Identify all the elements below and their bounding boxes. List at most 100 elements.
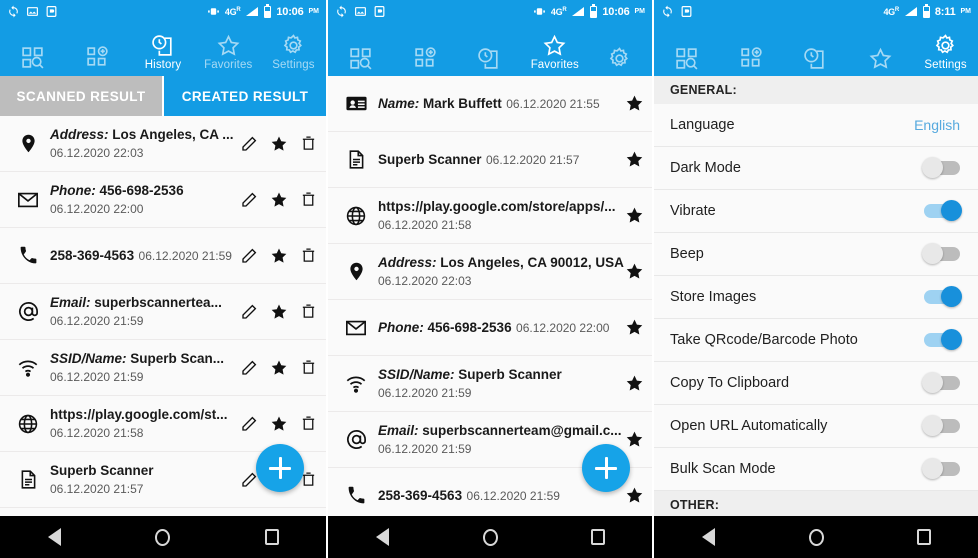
nav-tab-settings[interactable]: Settings <box>261 23 326 73</box>
trash-icon[interactable] <box>299 190 318 209</box>
table-row[interactable]: Address: Los Angeles, CA ... 06.12.2020 … <box>0 116 326 172</box>
table-row[interactable]: 258-369-4563 06.12.2020 21:59 <box>0 228 326 284</box>
list-item[interactable]: Phone: 456-698-2536 06.12.2020 22:00 <box>328 300 652 356</box>
edit-pencil-icon[interactable] <box>239 414 258 433</box>
list-item[interactable]: SSID/Name: Superb Scanner 06.12.2020 21:… <box>328 356 652 412</box>
network-type: 4G <box>883 6 895 17</box>
trash-icon[interactable] <box>299 134 318 153</box>
star-filled-icon[interactable] <box>269 190 288 209</box>
home-circle-icon[interactable] <box>805 526 827 548</box>
edit-pencil-icon[interactable] <box>239 246 258 265</box>
nav-tab-settings[interactable]: Settings <box>913 23 978 73</box>
trash-icon[interactable] <box>299 302 318 321</box>
nav-tab-history[interactable] <box>784 23 849 73</box>
toggle-beep[interactable] <box>922 243 960 264</box>
tab-created-result[interactable]: CREATED RESULT <box>162 76 326 116</box>
row-prefix: SSID/Name: <box>50 350 127 366</box>
list-item[interactable]: https://play.google.com/store/apps/... 0… <box>328 188 652 244</box>
edit-pencil-icon[interactable] <box>239 470 258 489</box>
nav-tab-create[interactable] <box>65 23 130 73</box>
setting-row-store-images[interactable]: Store Images <box>654 276 978 319</box>
star-filled-icon[interactable] <box>625 262 644 281</box>
row-timestamp: 06.12.2020 21:59 <box>378 385 472 400</box>
nav-tab-favorites[interactable]: Favorites <box>196 23 261 73</box>
home-circle-icon[interactable] <box>479 526 501 548</box>
vibrate-icon <box>533 8 545 15</box>
nav-tab-scan[interactable] <box>654 23 719 73</box>
nav-tab-history[interactable]: History <box>130 23 195 73</box>
nav-tab-create[interactable] <box>719 23 784 73</box>
toggle-open-url-automatically[interactable] <box>922 415 960 436</box>
setting-row-dark-mode[interactable]: Dark Mode <box>654 147 978 190</box>
list-item[interactable]: Address: Los Angeles, CA 90012, USA 06.1… <box>328 244 652 300</box>
star-filled-icon[interactable] <box>269 302 288 321</box>
setting-row-language[interactable]: Language English <box>654 104 978 147</box>
nav-tab-favorites[interactable] <box>848 23 913 73</box>
list-item[interactable]: Superb Scanner 06.12.2020 21:57 <box>328 132 652 188</box>
toggle-dark-mode[interactable] <box>922 157 960 178</box>
table-row[interactable]: Phone: 456-698-2536 06.12.2020 22:00 <box>0 172 326 228</box>
setting-row-beep[interactable]: Beep <box>654 233 978 276</box>
nav-tab-settings[interactable] <box>587 23 652 73</box>
clock-meridiem: PM <box>308 8 320 15</box>
setting-row-vibrate[interactable]: Vibrate <box>654 190 978 233</box>
edit-pencil-icon[interactable] <box>239 190 258 209</box>
toggle-take-qrcode-photo[interactable] <box>924 329 962 350</box>
star-filled-icon[interactable] <box>625 430 644 449</box>
history-list[interactable]: Address: Los Angeles, CA ... 06.12.2020 … <box>0 116 326 516</box>
star-filled-icon[interactable] <box>625 206 644 225</box>
star-filled-icon[interactable] <box>269 414 288 433</box>
recents-square-icon[interactable] <box>587 526 609 548</box>
status-bar-notification-icons <box>335 5 386 18</box>
row-content: Address: Los Angeles, CA ... 06.12.2020 … <box>46 126 234 162</box>
star-filled-icon[interactable] <box>625 94 644 113</box>
toggle-vibrate[interactable] <box>924 200 962 221</box>
row-prefix: Name: <box>378 95 420 111</box>
setting-row-take-photo[interactable]: Take QRcode/Barcode Photo <box>654 319 978 362</box>
recents-square-icon[interactable] <box>261 526 283 548</box>
toggle-store-images[interactable] <box>924 286 962 307</box>
setting-value-language[interactable]: English <box>914 117 960 133</box>
star-filled-icon[interactable] <box>269 358 288 377</box>
toggle-bulk-scan-mode[interactable] <box>922 458 960 479</box>
row-title: https://play.google.com/store/apps/... <box>378 199 616 214</box>
row-content: Phone: 456-698-2536 06.12.2020 22:00 <box>46 182 233 218</box>
top-navigation-bar: Settings <box>654 23 978 76</box>
list-item[interactable]: Name: Mark Buffett 06.12.2020 21:55 <box>328 76 652 132</box>
star-filled-icon[interactable] <box>269 134 288 153</box>
star-filled-icon[interactable] <box>625 150 644 169</box>
nav-tab-scan[interactable] <box>328 23 393 73</box>
row-content: 258-369-4563 06.12.2020 21:59 <box>46 247 233 265</box>
nav-tab-history[interactable] <box>458 23 523 73</box>
trash-icon[interactable] <box>299 358 318 377</box>
nav-tab-scan[interactable] <box>0 23 65 73</box>
recents-square-icon[interactable] <box>913 526 935 548</box>
add-fab-button[interactable] <box>256 444 304 492</box>
favorites-list[interactable]: Name: Mark Buffett 06.12.2020 21:55 Supe… <box>328 76 652 516</box>
edit-pencil-icon[interactable] <box>239 358 258 377</box>
table-row[interactable]: Email: superbscannertea... 06.12.2020 21… <box>0 284 326 340</box>
trash-icon[interactable] <box>299 414 318 433</box>
nav-tab-favorites[interactable]: Favorites <box>522 23 587 73</box>
star-filled-icon[interactable] <box>625 374 644 393</box>
back-triangle-icon[interactable] <box>43 526 65 548</box>
back-triangle-icon[interactable] <box>371 526 393 548</box>
add-fab-button[interactable] <box>582 444 630 492</box>
star-filled-icon[interactable] <box>625 486 644 505</box>
setting-row-bulk-scan[interactable]: Bulk Scan Mode <box>654 448 978 491</box>
setting-row-copy-clipboard[interactable]: Copy To Clipboard <box>654 362 978 405</box>
star-filled-icon[interactable] <box>625 318 644 337</box>
edit-pencil-icon[interactable] <box>239 134 258 153</box>
edit-pencil-icon[interactable] <box>239 302 258 321</box>
row-content: 258-369-4563 06.12.2020 21:59 <box>374 487 619 505</box>
back-triangle-icon[interactable] <box>697 526 719 548</box>
home-circle-icon[interactable] <box>152 526 174 548</box>
trash-icon[interactable] <box>299 246 318 265</box>
nav-tab-create[interactable] <box>393 23 458 73</box>
tab-scanned-result[interactable]: SCANNED RESULT <box>0 76 162 116</box>
settings-list[interactable]: GENERAL: Language English Dark Mode Vibr… <box>654 76 978 516</box>
star-filled-icon[interactable] <box>269 246 288 265</box>
toggle-copy-to-clipboard[interactable] <box>922 372 960 393</box>
setting-row-open-url[interactable]: Open URL Automatically <box>654 405 978 448</box>
table-row[interactable]: SSID/Name: Superb Scan... 06.12.2020 21:… <box>0 340 326 396</box>
